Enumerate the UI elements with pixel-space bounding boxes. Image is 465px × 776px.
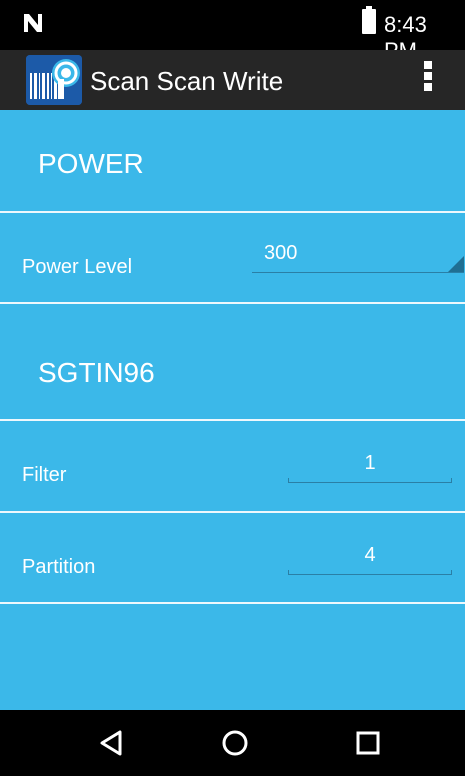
recents-square-icon[interactable]	[348, 723, 388, 763]
section-title-sgtin96: SGTIN96	[38, 357, 155, 388]
divider	[0, 211, 465, 213]
back-triangle-icon[interactable]	[92, 723, 132, 763]
power-level-spinner[interactable]: 300	[252, 236, 464, 276]
home-circle-icon[interactable]	[215, 723, 255, 763]
settings-content: POWER Power Level 300 SGTIN96 Filter 1 P…	[0, 110, 465, 710]
section-title-power: POWER	[38, 148, 144, 179]
divider	[0, 602, 465, 604]
barcode-app-icon	[26, 55, 82, 105]
divider	[0, 511, 465, 513]
status-bar: 8:43 PM	[0, 0, 465, 63]
partition-label: Partition	[22, 556, 96, 578]
battery-icon	[362, 6, 376, 34]
app-bar: Scan Scan Write	[0, 50, 465, 110]
spinner-dropdown-icon	[448, 256, 464, 272]
partition-value: 4	[364, 544, 376, 566]
divider	[0, 302, 465, 304]
navigation-bar	[0, 710, 465, 776]
app-title: Scan Scan Write	[90, 66, 284, 96]
partition-field[interactable]: 4	[288, 538, 452, 578]
power-level-label: Power Level	[22, 256, 133, 278]
power-level-value: 300	[264, 242, 298, 264]
filter-field[interactable]: 1	[288, 446, 452, 486]
n-logo-icon	[24, 14, 42, 32]
filter-value: 1	[364, 452, 376, 474]
divider	[0, 419, 465, 421]
overflow-menu-icon[interactable]	[424, 61, 434, 97]
filter-label: Filter	[22, 464, 67, 486]
